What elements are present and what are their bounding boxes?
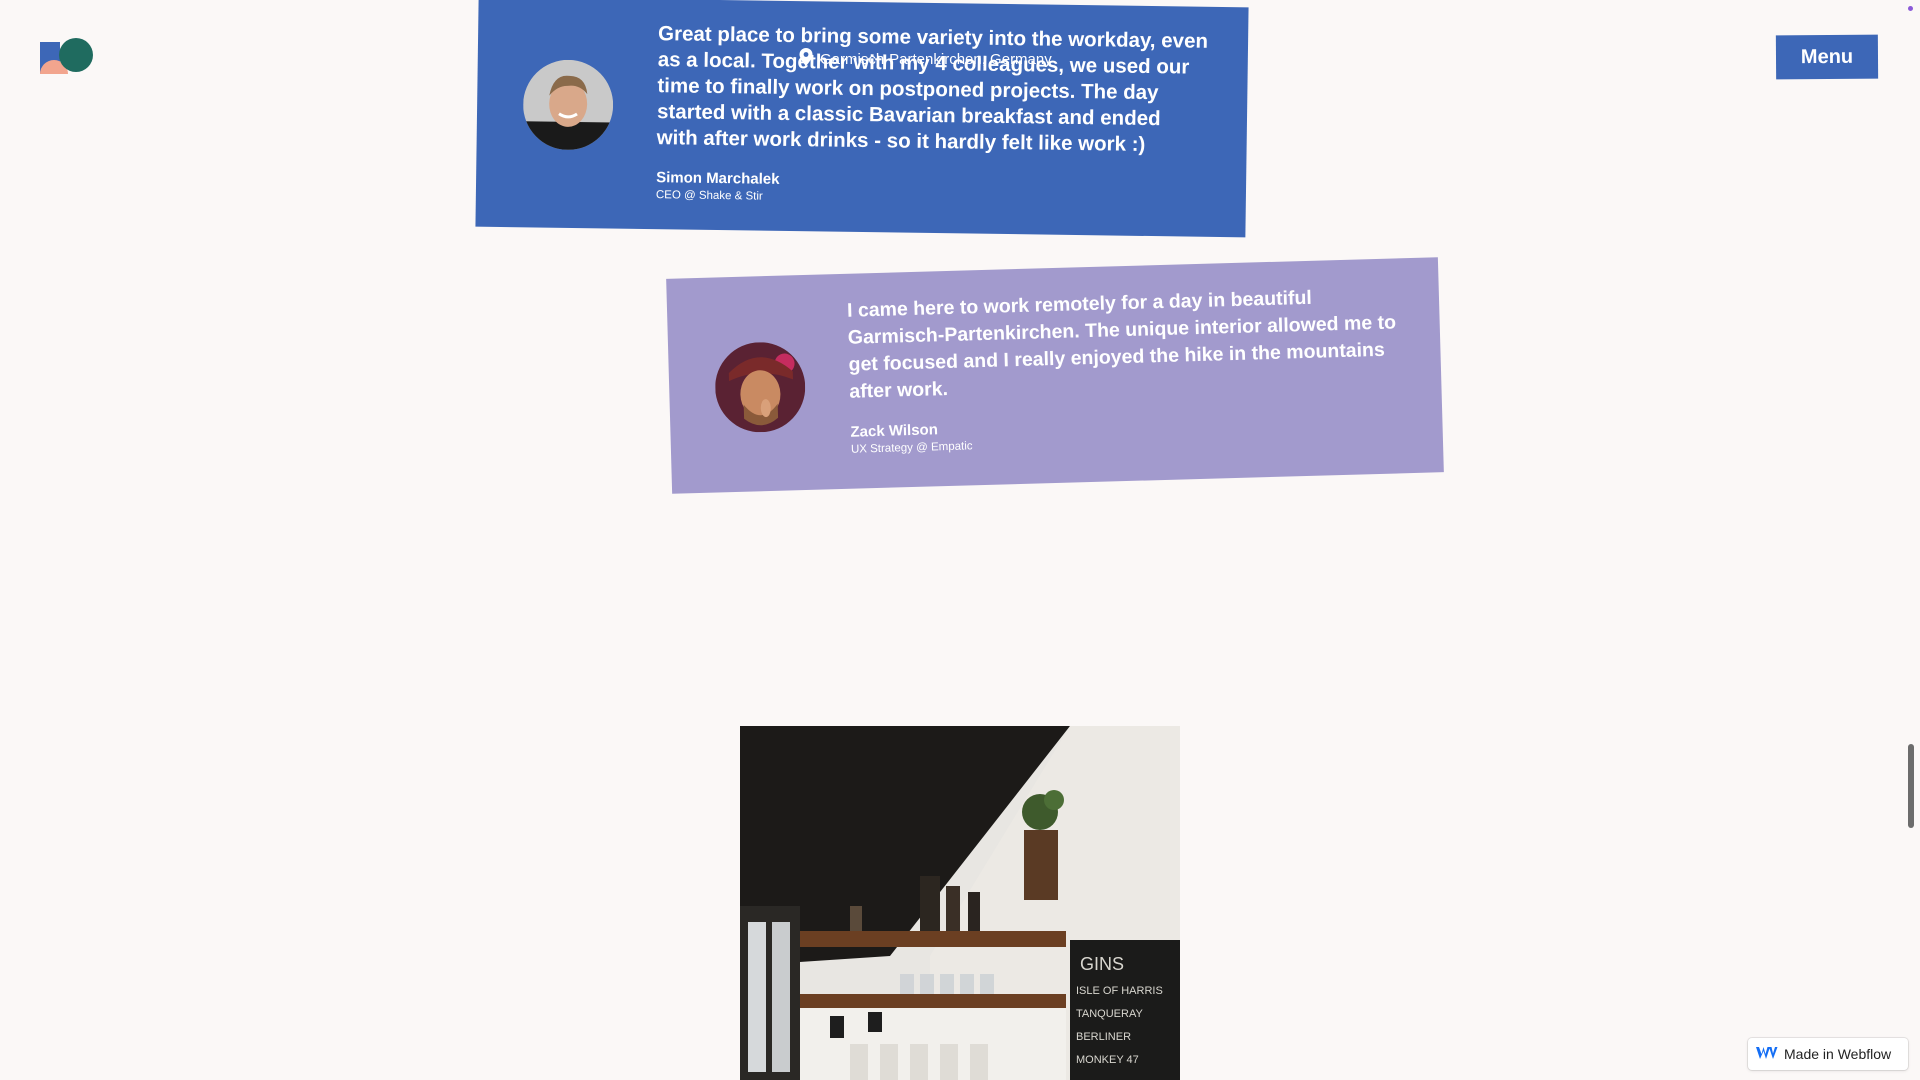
corner-indicator <box>1908 6 1913 11</box>
chalkboard-line: TANQUERAY <box>1076 1008 1143 1020</box>
testimonial-quote: Great place to bring some variety into t… <box>656 22 1209 156</box>
scrollbar-thumb[interactable] <box>1908 744 1914 828</box>
avatar-zack <box>713 340 807 434</box>
chalkboard-line: GINS <box>1080 954 1124 974</box>
location-tag: Garmisch-Partenkirchen, Germany <box>798 48 1052 70</box>
webflow-logo-icon <box>1756 1046 1778 1063</box>
made-in-webflow-label: Made in Webflow <box>1784 1046 1892 1062</box>
chalkboard-line: BERLINER <box>1076 1031 1131 1043</box>
testimonial-card-zack: I came here to work remotely for a day i… <box>666 257 1444 494</box>
location-text: Garmisch-Partenkirchen, Germany <box>820 50 1052 68</box>
made-in-webflow-badge[interactable]: Made in Webflow <box>1748 1038 1908 1070</box>
map-pin-icon <box>798 48 814 70</box>
menu-button[interactable]: Menu <box>1775 34 1879 80</box>
testimonial-quote: I came here to work remotely for a day i… <box>846 286 1397 403</box>
page: Great place to bring some variety into t… <box>0 0 1920 1080</box>
bar-interior-photo: GINS ISLE OF HARRIS TANQUERAY BERLINER M… <box>740 726 1180 1080</box>
avatar-simon <box>522 59 614 151</box>
chalkboard-line: MONKEY 47 <box>1076 1054 1139 1066</box>
testimonial-card-simon: Great place to bring some variety into t… <box>475 0 1249 238</box>
brand-logo-icon[interactable] <box>40 38 94 74</box>
chalkboard-line: ISLE OF HARRIS <box>1076 985 1163 997</box>
